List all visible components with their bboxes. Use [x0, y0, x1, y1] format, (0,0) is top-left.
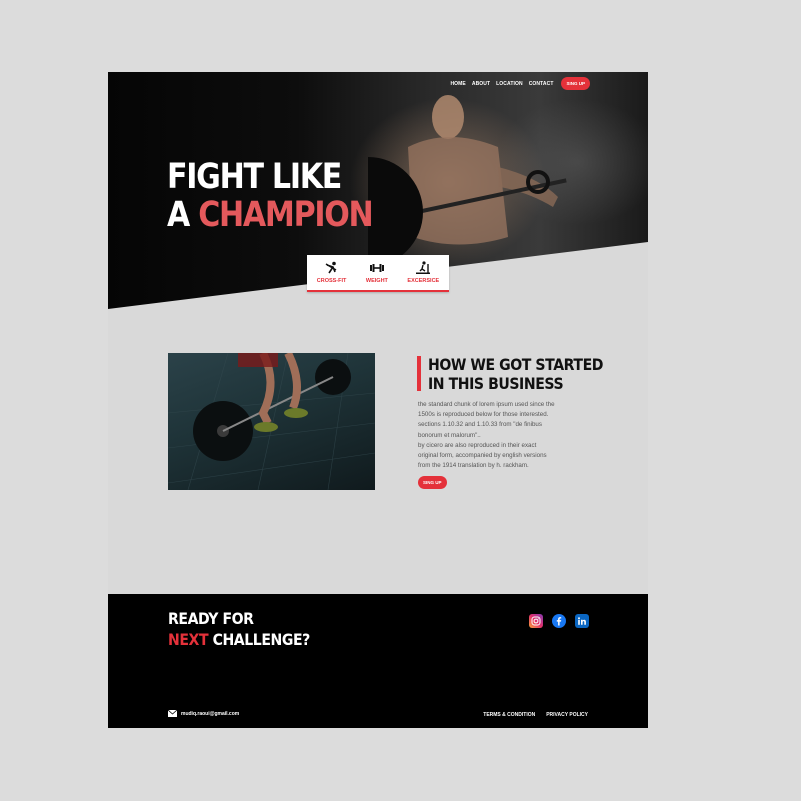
story-body-line: from the 1914 translation by h. rackham. [418, 462, 529, 470]
hero-title-prefix: A [167, 195, 199, 235]
treadmill-icon [416, 261, 431, 274]
category-crossfit[interactable]: CROSS-FIT [316, 261, 347, 284]
linkedin-glyph [578, 617, 586, 625]
story-heading-line1: HOW WE GOT STARTED [428, 355, 604, 374]
deadlift-photo [168, 353, 375, 490]
story-heading: HOW WE GOT STARTED IN THIS BUSINESS [428, 355, 604, 393]
mail-icon [168, 710, 177, 717]
nav-about-link[interactable]: ABOUT [472, 81, 490, 87]
instagram-icon[interactable] [529, 614, 543, 628]
story-body-line: by cicero are also reproduced in their e… [418, 441, 537, 449]
privacy-link[interactable]: PRIVACY POLICY [546, 712, 588, 718]
footer: READY FOR NEXT CHALLENGE? mudiq.raoui@gm… [108, 594, 648, 728]
email-address: mudiq.raoui@gmail.com [181, 710, 240, 717]
heading-accent-bar [417, 356, 421, 391]
facebook-icon[interactable] [552, 614, 566, 628]
story-body-line: original form, accompanied by english ve… [418, 452, 547, 460]
instagram-glyph [531, 616, 541, 626]
email-contact[interactable]: mudiq.raoui@gmail.com [168, 710, 239, 717]
linkedin-icon[interactable] [575, 614, 589, 628]
footer-title-accent: NEXT [168, 630, 209, 649]
social-links [529, 614, 589, 628]
story-signup-button[interactable]: SING UP [418, 476, 447, 489]
crossfit-icon [325, 261, 336, 274]
footer-title-rest: CHALLENGE? [208, 630, 311, 649]
facebook-glyph [556, 617, 562, 626]
story-body-line: sections 1.10.32 and 1.10.33 from "de fi… [418, 421, 542, 429]
nav-signup-button[interactable]: SING UP [561, 77, 590, 90]
category-label: WEIGHT [365, 278, 388, 284]
deadlift-photo-art [168, 353, 375, 490]
story-body: the standard chunk of lorem ipsum used s… [418, 400, 568, 471]
nav-home-link[interactable]: HOME [450, 81, 465, 87]
footer-links: TERMS & CONDITION PRIVACY POLICY [483, 712, 588, 718]
story-body-line: bonorum et malorum".. [418, 431, 481, 439]
nav-contact-link[interactable]: CONTACT [529, 81, 554, 87]
landing-page: HOME ABOUT LOCATION CONTACT SING UP FIGH… [108, 72, 648, 728]
story-body-line: the standard chunk of lorem ipsum used s… [418, 401, 555, 408]
terms-link[interactable]: TERMS & CONDITION [483, 712, 535, 718]
story-heading-line2: IN THIS BUSINESS [428, 374, 564, 393]
hero-title-accent: CHAMPION [198, 195, 374, 235]
category-label: EXCERSICE [407, 278, 440, 284]
dumbbell-icon [369, 264, 384, 272]
hero-title-line1: FIGHT LIKE [167, 157, 342, 197]
footer-title: READY FOR NEXT CHALLENGE? [168, 608, 310, 650]
category-strip: CROSS-FIT WEIGHT EXCERSICE [307, 255, 449, 292]
story-body-line: 1500s is reproduced below for those inte… [418, 411, 549, 419]
hero-title: FIGHT LIKE A CHAMPION [167, 157, 374, 235]
category-weight[interactable]: WEIGHT [366, 261, 388, 284]
top-nav: HOME ABOUT LOCATION CONTACT SING UP [450, 77, 590, 90]
category-label: CROSS-FIT [316, 278, 347, 284]
footer-title-line1: READY FOR [168, 609, 254, 628]
category-exercise[interactable]: EXCERSICE [407, 261, 439, 284]
nav-location-link[interactable]: LOCATION [496, 81, 523, 87]
